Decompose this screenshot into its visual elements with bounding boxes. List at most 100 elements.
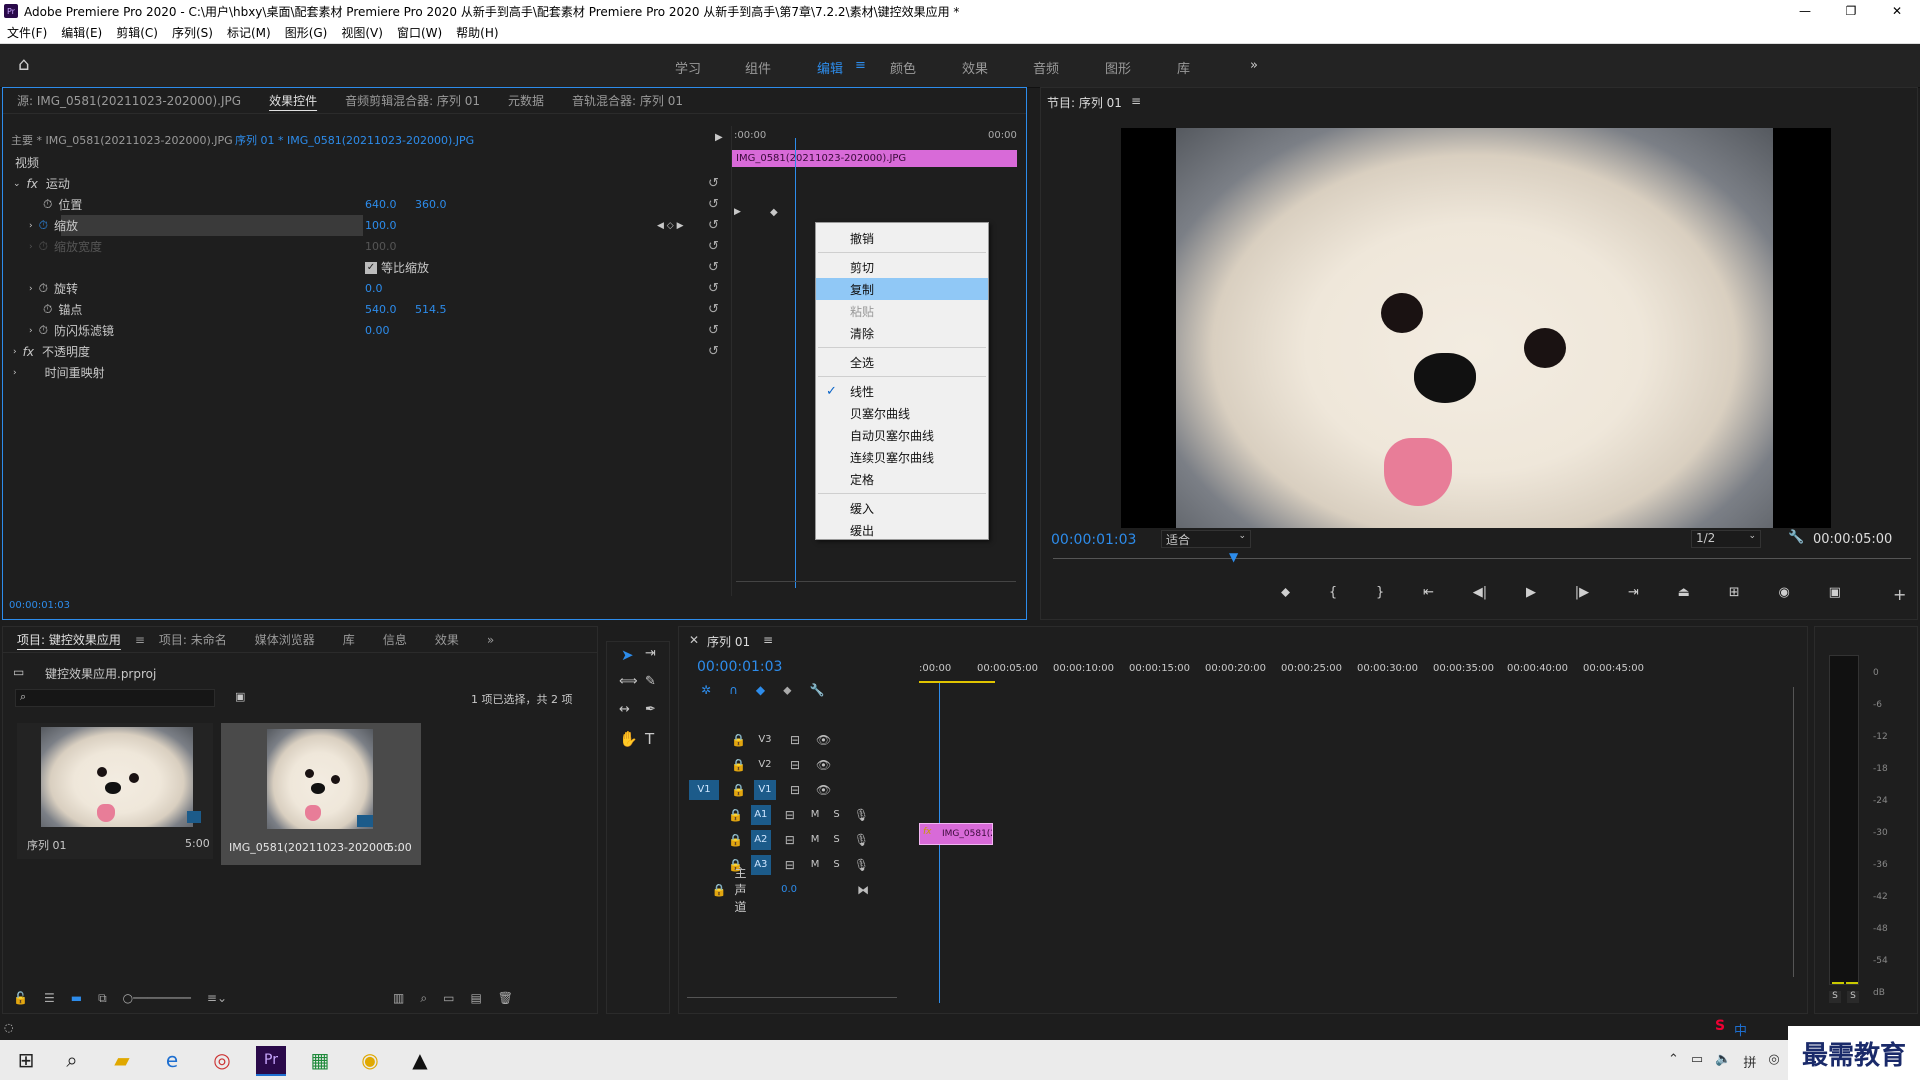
mic-icon[interactable]: 🎙 bbox=[854, 833, 869, 847]
windows-start-icon[interactable]: ⊞ bbox=[12, 1046, 40, 1074]
linked-selection-icon[interactable]: ∩ bbox=[729, 683, 738, 698]
lock-icon[interactable]: 🔒 bbox=[728, 833, 743, 847]
sogou-ime-icon[interactable]: S bbox=[1715, 1018, 1725, 1034]
reset-icon[interactable]: ↺ bbox=[708, 260, 719, 275]
tab-audio-track-mixer[interactable]: 音轨混合器: 序列 01 bbox=[558, 92, 697, 109]
go-to-out-icon[interactable]: ⇥ bbox=[1628, 585, 1639, 605]
timeline-vertical-scrollbar[interactable] bbox=[1793, 687, 1794, 977]
menu-item-ease-out[interactable]: 缓出 bbox=[816, 519, 988, 541]
eye-icon[interactable]: 👁 bbox=[816, 783, 831, 797]
wrench-icon[interactable]: 🔧 bbox=[1788, 530, 1804, 545]
position-x-value[interactable]: 640.0 bbox=[365, 198, 397, 211]
stopwatch-icon[interactable]: ⏱ bbox=[39, 281, 48, 296]
ripple-edit-tool-icon[interactable]: ⟺ bbox=[619, 674, 638, 689]
project-item-image[interactable]: IMG_0581(20211023-202000... 5:00 bbox=[221, 723, 421, 865]
track-target-v1[interactable]: V1 bbox=[753, 779, 776, 800]
find-icon[interactable]: ⌕ bbox=[420, 991, 427, 1006]
tab-metadata[interactable]: 元数据 bbox=[494, 92, 558, 109]
ec-clip-bar[interactable]: IMG_0581(20211023-202000).JPG bbox=[732, 150, 1017, 167]
stopwatch-icon[interactable]: ⏱ bbox=[39, 323, 48, 338]
menu-edit[interactable]: 编辑(E) bbox=[54, 24, 109, 41]
chrome-icon[interactable]: ◉ bbox=[356, 1046, 384, 1074]
tray-app-icon[interactable]: ◎ bbox=[1768, 1052, 1779, 1071]
menu-marker[interactable]: 标记(M) bbox=[220, 24, 278, 41]
panel-menu-icon[interactable]: ≡ bbox=[763, 633, 773, 647]
position-y-value[interactable]: 360.0 bbox=[415, 198, 447, 211]
sync-lock-icon[interactable]: ⊟ bbox=[790, 783, 800, 797]
program-timecode[interactable]: 00:00:01:03 bbox=[1051, 532, 1136, 548]
reset-icon[interactable]: ↺ bbox=[708, 239, 719, 254]
tab-audio-clip-mixer[interactable]: 音频剪辑混合器: 序列 01 bbox=[331, 92, 494, 109]
flicker-value[interactable]: 0.00 bbox=[365, 324, 390, 337]
menu-file[interactable]: 文件(F) bbox=[0, 24, 54, 41]
premiere-taskbar-icon[interactable]: Pr bbox=[256, 1046, 286, 1076]
sync-lock-icon[interactable]: ⊟ bbox=[785, 833, 795, 847]
file-explorer-icon[interactable]: ▰ bbox=[108, 1046, 136, 1074]
add-button-icon[interactable]: + bbox=[1893, 585, 1906, 604]
ec-playhead[interactable] bbox=[795, 138, 796, 588]
workspace-audio[interactable]: 音频 bbox=[1033, 58, 1059, 77]
tab-media-browser[interactable]: 媒体浏览器 bbox=[241, 631, 329, 648]
rotation-value[interactable]: 0.0 bbox=[365, 282, 383, 295]
reset-icon[interactable]: ↺ bbox=[708, 176, 719, 191]
snap-icon[interactable]: ✲ bbox=[701, 683, 711, 698]
master-clip-label[interactable]: 主要 * IMG_0581(20211023-202000).JPG bbox=[11, 132, 233, 148]
menu-item-ease-in[interactable]: 缓入 bbox=[816, 497, 988, 519]
slip-tool-icon[interactable]: ↔ bbox=[619, 702, 630, 717]
workspace-menu-icon[interactable]: ≡ bbox=[855, 58, 866, 73]
zoom-slider[interactable]: ○──────── bbox=[123, 991, 191, 1005]
reset-icon[interactable]: ↺ bbox=[708, 218, 719, 233]
sequence-clip-label[interactable]: 序列 01 * IMG_0581(20211023-202000).JPG bbox=[235, 132, 474, 148]
menu-item-auto-bezier[interactable]: 自动贝塞尔曲线 bbox=[816, 424, 988, 446]
menu-item-clear[interactable]: 清除 bbox=[816, 322, 988, 344]
lock-icon[interactable]: 🔓 bbox=[13, 991, 28, 1005]
anchor-y-value[interactable]: 514.5 bbox=[415, 303, 447, 316]
maximize-button[interactable]: ❐ bbox=[1828, 0, 1874, 22]
lock-icon[interactable]: 🔒 bbox=[731, 783, 746, 797]
timeline-horizontal-scrollbar[interactable] bbox=[687, 997, 897, 998]
time-remap-row[interactable]: › 时间重映射 bbox=[3, 362, 728, 383]
more-tabs-icon[interactable]: » bbox=[473, 633, 508, 647]
workspace-color[interactable]: 颜色 bbox=[890, 58, 916, 77]
eye-icon[interactable]: 👁 bbox=[816, 733, 831, 747]
keyframe-nav-icon[interactable]: ◀ ◇ ▶ bbox=[657, 221, 684, 231]
sort-icon[interactable]: ≡⌄ bbox=[207, 991, 227, 1005]
tab-effects[interactable]: 效果 bbox=[421, 631, 473, 648]
workspace-effects[interactable]: 效果 bbox=[962, 58, 988, 77]
menu-graphics[interactable]: 图形(G) bbox=[278, 24, 335, 41]
sync-lock-icon[interactable]: ⊟ bbox=[790, 733, 800, 747]
workspace-graphics[interactable]: 图形 bbox=[1105, 58, 1131, 77]
add-marker-icon[interactable]: ⬥ bbox=[1281, 585, 1290, 605]
tiles-app-icon[interactable]: ▦ bbox=[306, 1046, 334, 1074]
menu-item-continuous-bezier[interactable]: 连续贝塞尔曲线 bbox=[816, 446, 988, 468]
ime-mode[interactable]: 中 bbox=[1734, 1020, 1747, 1039]
solo-right-button[interactable]: S bbox=[1847, 991, 1859, 1003]
step-back-icon[interactable]: ◀| bbox=[1473, 585, 1487, 605]
mute-button[interactable]: M bbox=[811, 834, 820, 845]
fit-dropdown[interactable]: 适合 ⌄ bbox=[1161, 530, 1251, 548]
track-label[interactable]: V2 bbox=[754, 759, 776, 770]
scale-value[interactable]: 100.0 bbox=[365, 219, 397, 232]
new-bin-icon[interactable]: ▣ bbox=[235, 690, 245, 703]
mic-icon[interactable]: 🎙 bbox=[854, 858, 869, 872]
menu-item-select-all[interactable]: 全选 bbox=[816, 351, 988, 373]
sync-lock-icon[interactable]: ⊟ bbox=[790, 758, 800, 772]
go-to-in-icon[interactable]: ⇤ bbox=[1423, 585, 1434, 605]
tray-arrow-icon[interactable]: ⌃ bbox=[1668, 1052, 1679, 1071]
workspace-learn[interactable]: 学习 bbox=[675, 58, 701, 77]
play-icon[interactable]: ▶ bbox=[1526, 585, 1536, 605]
keyframe-icon[interactable]: ◆ bbox=[770, 207, 778, 218]
track-target-a1[interactable]: A1 bbox=[750, 804, 771, 825]
timeline-ruler[interactable]: :00:00 00:00:05:00 00:00:10:00 00:00:15:… bbox=[919, 661, 1804, 683]
solo-left-button[interactable]: S bbox=[1829, 991, 1841, 1003]
tab-info[interactable]: 信息 bbox=[369, 631, 421, 648]
program-playhead[interactable]: ▼ bbox=[1229, 550, 1238, 564]
app-icon[interactable]: ◎ bbox=[208, 1046, 236, 1074]
mic-icon[interactable]: 🎙 bbox=[854, 808, 869, 822]
master-channel-icon[interactable]: ⧓ bbox=[857, 883, 869, 897]
edge-icon[interactable]: e bbox=[158, 1046, 186, 1074]
stopwatch-active-icon[interactable]: ⏱ bbox=[39, 218, 48, 233]
marker-icon[interactable]: ⬥ bbox=[783, 683, 791, 698]
stopwatch-icon[interactable]: ⏱ bbox=[43, 302, 52, 317]
comparison-view-icon[interactable]: ▣ bbox=[1829, 585, 1841, 605]
